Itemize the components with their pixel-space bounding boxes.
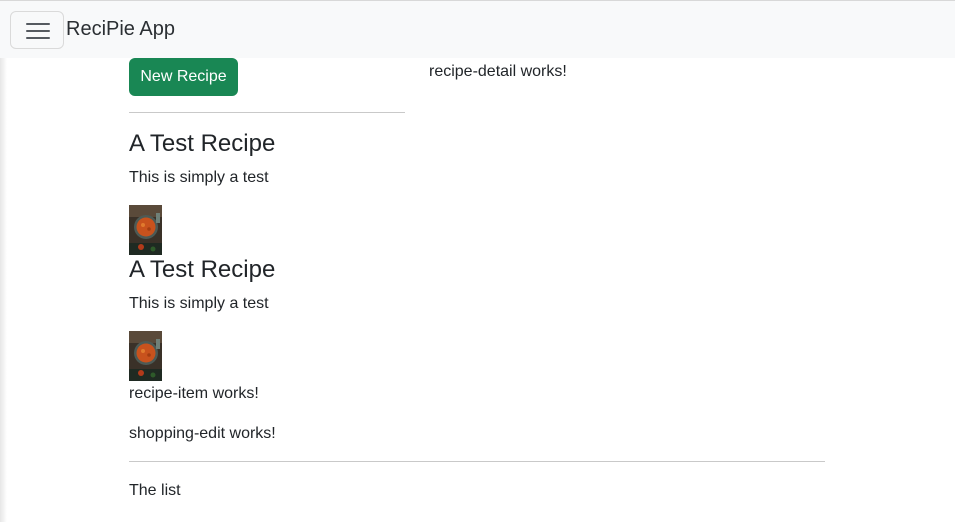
navbar-brand[interactable]: ReciPie App (66, 17, 175, 41)
navbar: ReciPie App (0, 1, 955, 58)
recipe-item-image (129, 331, 162, 381)
recipe-item-title: A Test Recipe (129, 130, 276, 157)
recipe-item-placeholder: recipe-item works! (129, 385, 259, 402)
navbar-toggler-button[interactable] (10, 11, 64, 49)
recipe-item-description: This is simply a test (129, 169, 269, 186)
window-edge-shadow (0, 0, 7, 522)
shopping-list-divider (129, 461, 825, 462)
new-recipe-button[interactable]: New Recipe (129, 58, 238, 96)
shopping-edit-placeholder: shopping-edit works! (129, 425, 276, 442)
app-page: ReciPie App New Recipe recipe-detail wor… (0, 0, 955, 522)
shopping-list-text: The list (129, 482, 181, 499)
recipe-item-image (129, 205, 162, 255)
recipe-item-description: This is simply a test (129, 295, 269, 312)
recipe-detail-placeholder: recipe-detail works! (429, 63, 567, 80)
recipe-item-title: A Test Recipe (129, 256, 276, 283)
recipe-list-divider (129, 112, 405, 113)
